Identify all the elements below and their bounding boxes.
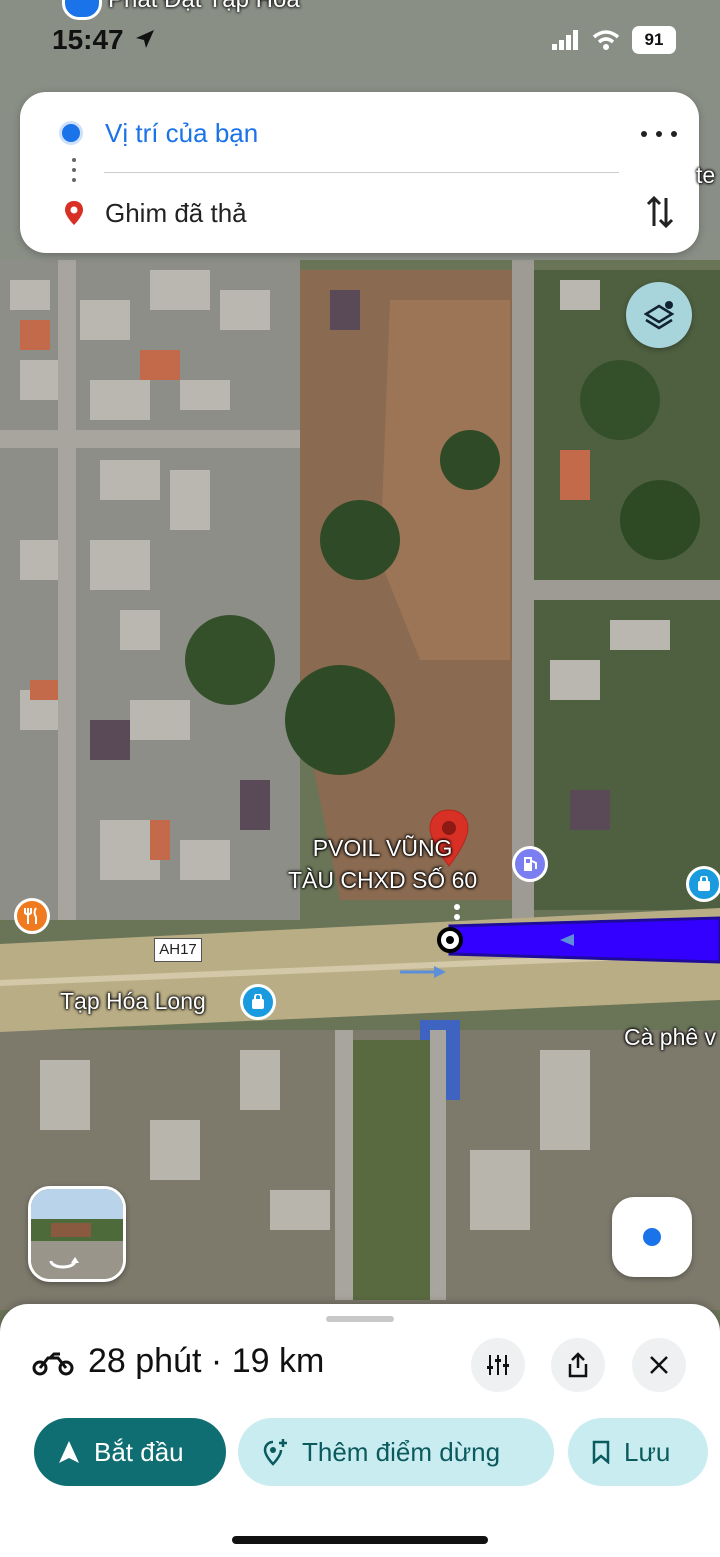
destination-field[interactable]: Ghim đã thả <box>105 198 247 229</box>
origin-row[interactable]: Vị trí của bạn <box>20 114 699 154</box>
drag-handle[interactable] <box>326 1316 394 1322</box>
map-label-top-place[interactable]: Phát Đạt Tạp Hóa <box>108 0 300 14</box>
save-button-label: Lưu <box>624 1436 671 1467</box>
destination-row[interactable]: Ghim đã thả <box>20 194 699 234</box>
route-card: Vị trí của bạn Ghim đã thả <box>20 92 699 253</box>
start-button-label: Bắt đầu <box>94 1436 184 1467</box>
shopping-bag-icon[interactable] <box>240 984 276 1020</box>
my-location-icon <box>643 1228 661 1246</box>
more-options-button[interactable] <box>641 122 677 146</box>
share-icon <box>568 1352 588 1378</box>
save-button[interactable]: Lưu <box>568 1418 708 1486</box>
cafe-place-label[interactable]: Cà phê v <box>624 1024 716 1051</box>
directions-sheet: 28 phút · 19 km Bắt đầu Thêm điểm dừng L… <box>0 1304 720 1557</box>
shopping-bag-icon[interactable] <box>686 866 720 902</box>
motorcycle-icon <box>32 1352 74 1376</box>
shop-place-label[interactable]: Tạp Hóa Long <box>60 988 206 1015</box>
route-duration: 28 phút <box>88 1342 202 1380</box>
route-options-button[interactable] <box>471 1338 525 1392</box>
destination-place-label[interactable]: PVOIL VŨNG TÀU CHXD SỐ 60 <box>288 832 477 896</box>
status-bar: Phát Đạt Tạp Hóa 15:47 91 <box>0 0 720 80</box>
location-arrow-icon <box>136 30 154 48</box>
navigation-arrow-icon <box>59 1441 79 1463</box>
wifi-icon <box>592 30 620 50</box>
gas-station-icon[interactable] <box>512 846 548 882</box>
signal-icon <box>552 30 578 50</box>
divider <box>104 172 619 173</box>
battery-indicator: 91 <box>632 26 676 54</box>
your-location-dot-icon <box>59 121 83 145</box>
add-stop-button-label: Thêm điểm dừng <box>302 1436 501 1467</box>
home-indicator <box>232 1536 488 1544</box>
status-time: 15:47 <box>52 24 124 55</box>
swap-directions-icon[interactable] <box>645 194 675 230</box>
map-layers-button[interactable] <box>626 282 692 348</box>
share-button[interactable] <box>551 1338 605 1392</box>
restaurant-icon[interactable] <box>14 898 50 934</box>
start-button[interactable]: Bắt đầu <box>34 1418 226 1486</box>
dropped-pin-icon <box>65 201 83 225</box>
sliders-icon <box>487 1355 509 1375</box>
add-stop-button[interactable]: Thêm điểm dừng <box>238 1418 554 1486</box>
summary-separator: · <box>210 1342 223 1380</box>
layers-icon <box>643 301 675 330</box>
map-place-pin-icon <box>62 0 102 20</box>
my-location-button[interactable] <box>612 1197 692 1277</box>
street-view-thumbnail[interactable] <box>28 1186 126 1282</box>
highway-sign: AH17 <box>154 938 202 962</box>
origin-field[interactable]: Vị trí của bạn <box>105 118 258 149</box>
close-button[interactable] <box>632 1338 686 1392</box>
route-connector-dots <box>72 158 76 184</box>
route-summary: 28 phút · 19 km <box>88 1342 324 1381</box>
route-distance: 19 km <box>231 1342 325 1380</box>
close-icon <box>650 1356 668 1374</box>
add-stop-pin-icon <box>263 1439 287 1466</box>
map-label-edge: te <box>696 162 716 188</box>
bookmark-icon <box>592 1440 610 1464</box>
